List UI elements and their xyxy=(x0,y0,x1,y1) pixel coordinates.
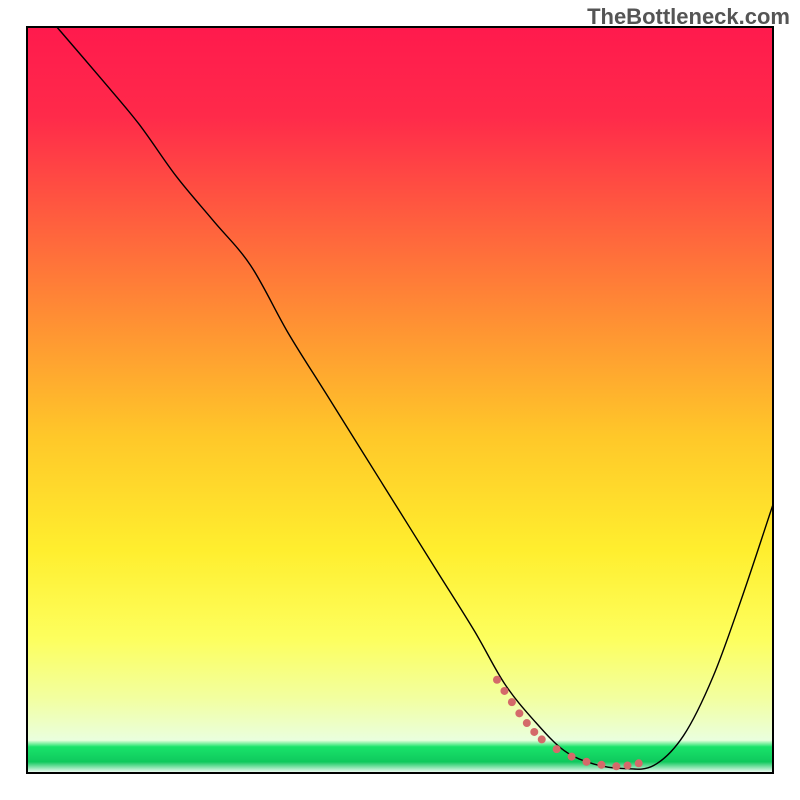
marker-dot xyxy=(583,758,591,766)
marker-dot xyxy=(508,698,516,706)
plot-background xyxy=(27,27,773,773)
marker-dot xyxy=(515,709,523,717)
marker-dot xyxy=(538,735,546,743)
marker-dot xyxy=(635,759,643,767)
marker-dot xyxy=(493,676,501,684)
marker-dot xyxy=(500,687,508,695)
marker-dot xyxy=(523,719,531,727)
marker-dot xyxy=(568,753,576,761)
chart-svg xyxy=(0,0,800,800)
marker-dot xyxy=(612,762,620,770)
marker-dot xyxy=(597,761,605,769)
watermark-text: TheBottleneck.com xyxy=(587,4,790,30)
marker-dot xyxy=(530,728,538,736)
marker-dot xyxy=(553,745,561,753)
chart-container: TheBottleneck.com xyxy=(0,0,800,800)
marker-dot xyxy=(624,762,632,770)
